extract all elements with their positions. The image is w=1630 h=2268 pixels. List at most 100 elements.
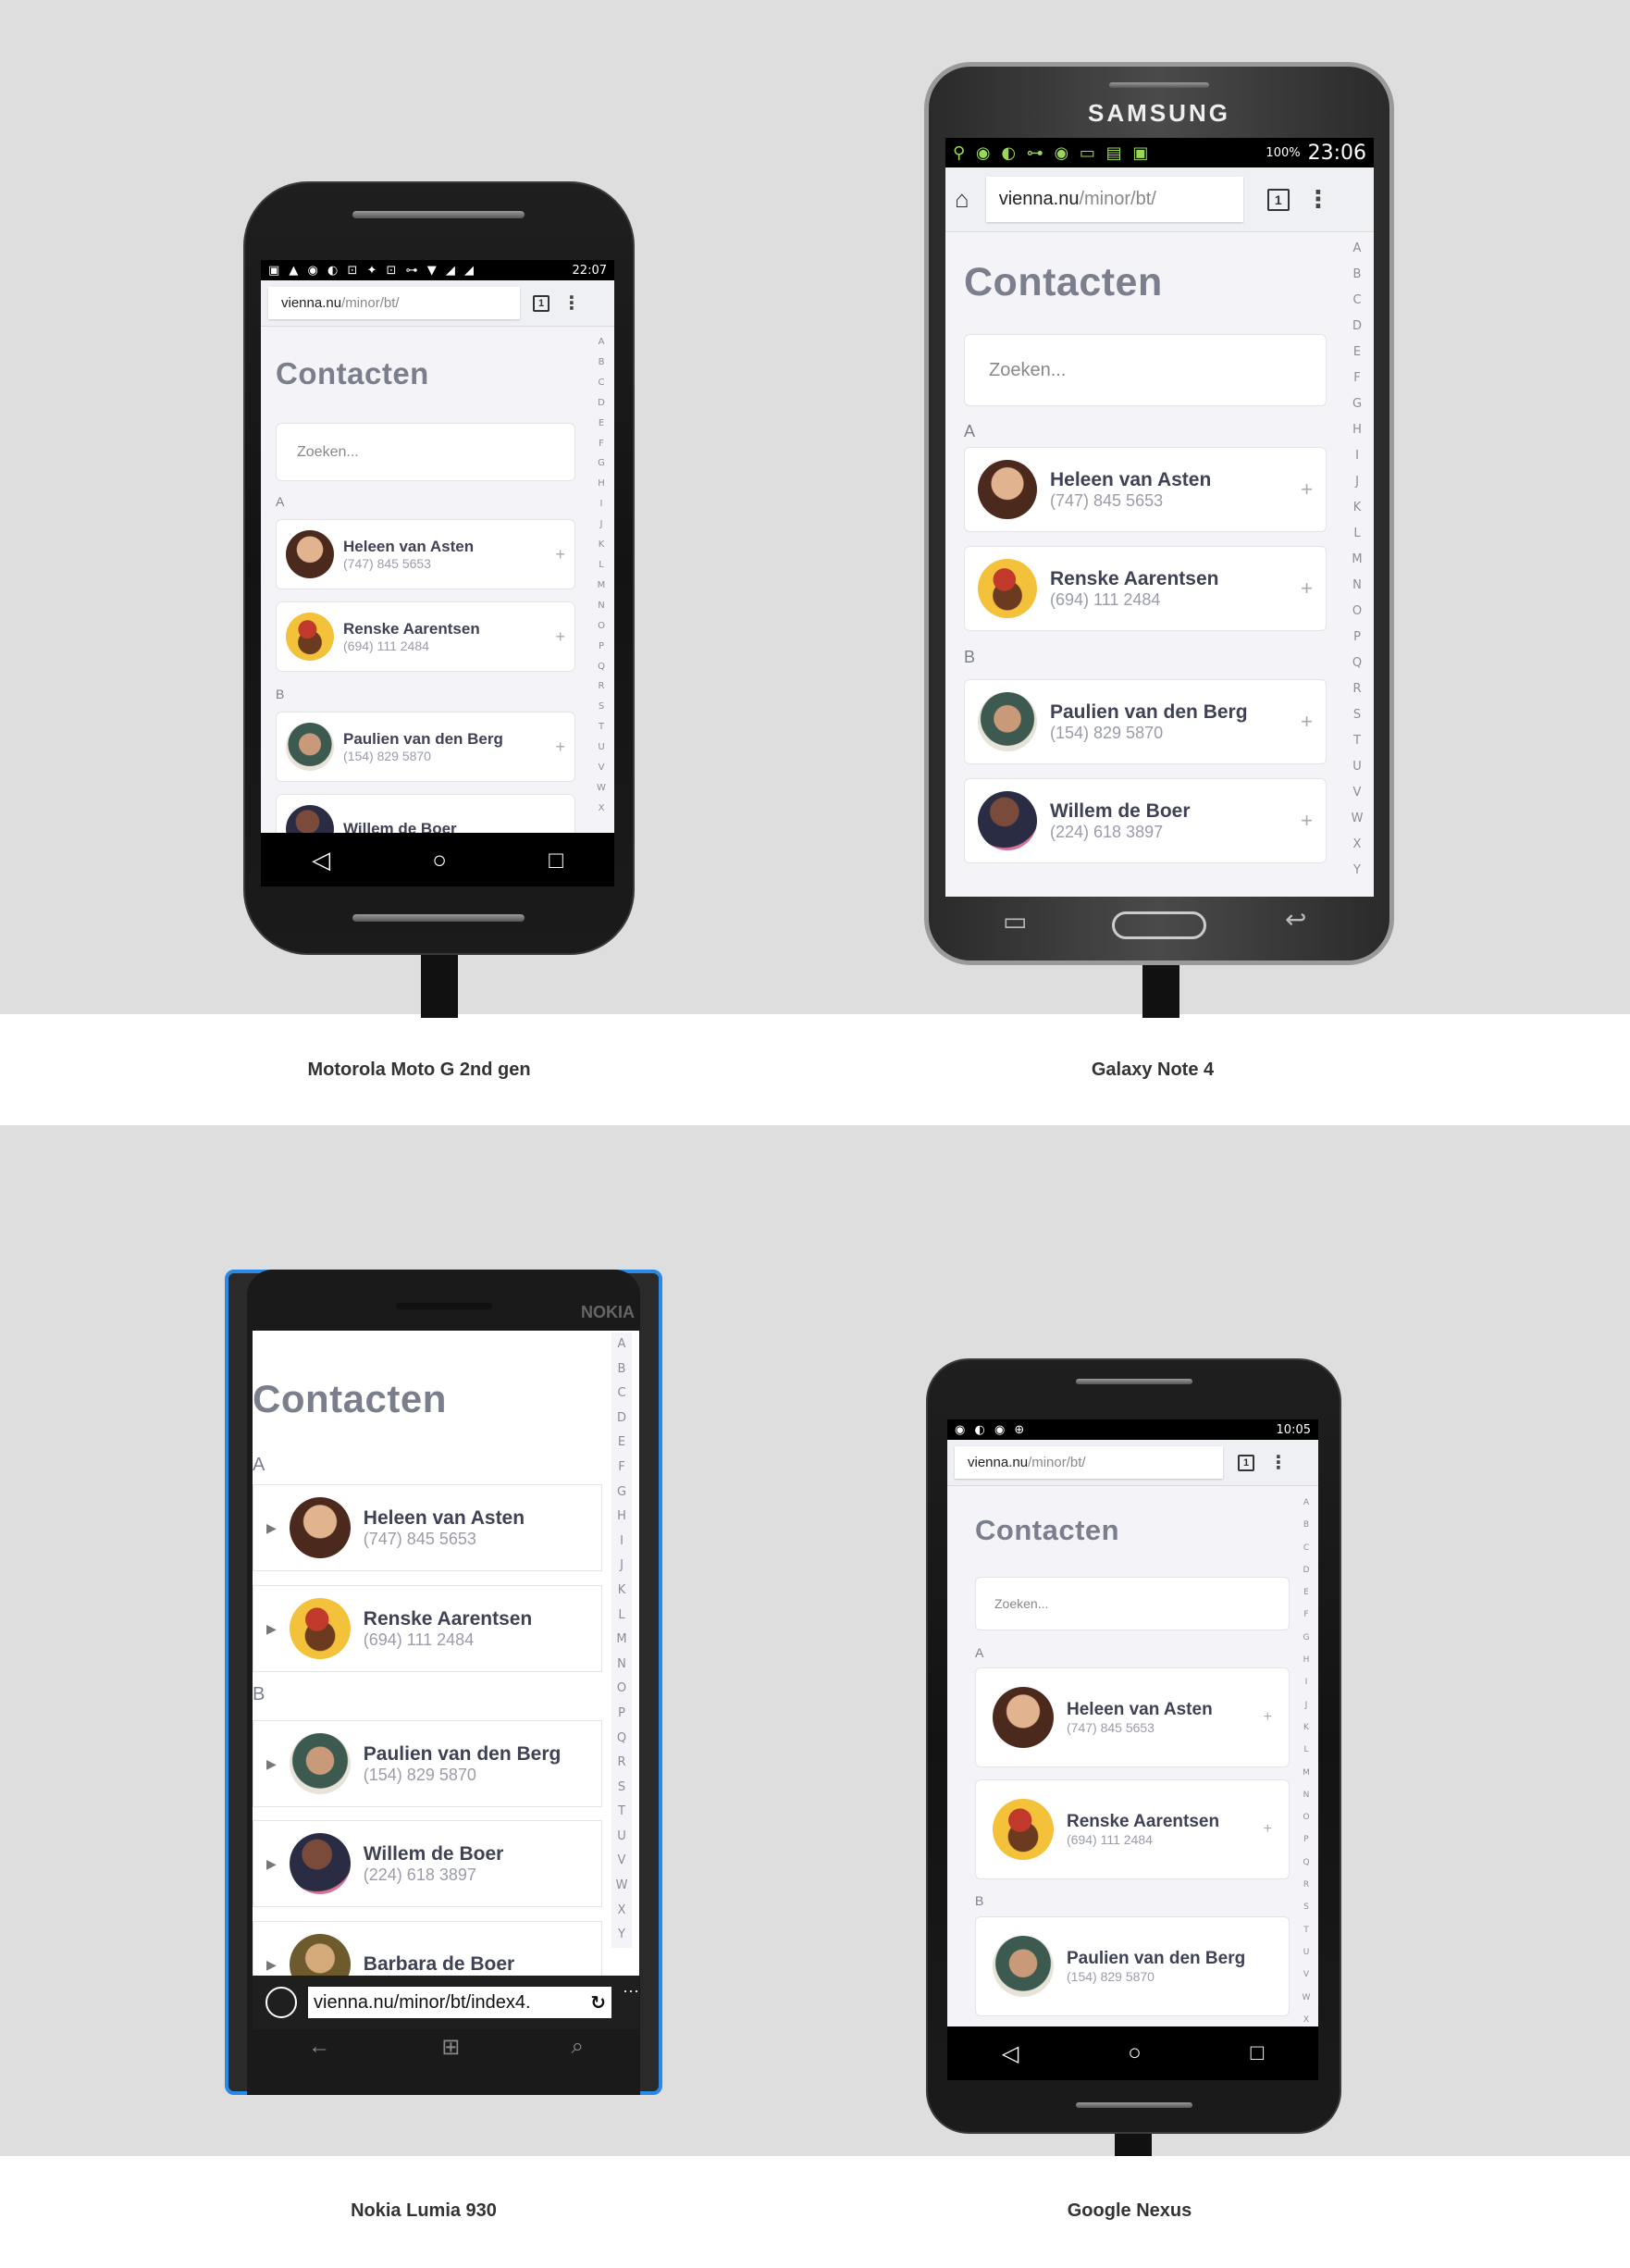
back-button[interactable]: ◁ [1002, 2040, 1019, 2067]
search-button[interactable]: ⌕ [571, 2034, 583, 2061]
contact-name: Barbara de Boer [363, 1953, 515, 1975]
add-icon[interactable]: + [1301, 809, 1313, 833]
earpiece [396, 1303, 492, 1309]
recents-button[interactable]: □ [549, 846, 563, 874]
tab-switcher-button[interactable]: 1 [1266, 188, 1290, 211]
expand-icon[interactable]: ▶ [266, 1756, 277, 1772]
menu-button[interactable]: ⋮ [1269, 1451, 1288, 1474]
caption-nexus: Google Nexus [1067, 2200, 1192, 2221]
contact-phone: (154) 829 5870 [363, 1765, 476, 1784]
contacts-app: Contacten Zoeken... A Heleen van Asten (… [945, 232, 1374, 897]
contact-card[interactable]: Heleen van Asten (747) 845 5653 + [276, 519, 575, 589]
contact-card[interactable]: ▶ Paulien van den Berg (154) 829 5870 [253, 1720, 602, 1807]
earpiece [1109, 82, 1209, 88]
status-time: 22:07 [572, 263, 607, 278]
menu-button[interactable]: ⋮ [1306, 185, 1330, 214]
home-button[interactable]: ○ [1128, 2040, 1142, 2066]
add-icon[interactable]: + [555, 545, 565, 564]
tabs-icon[interactable] [265, 1987, 297, 2018]
contacts-app: Contacten A ▶ Heleen van Asten (747) 845… [253, 1331, 639, 2029]
recents-button[interactable]: □ [1251, 2040, 1265, 2066]
contact-phone: (694) 111 2484 [1050, 589, 1161, 609]
add-icon[interactable]: + [1264, 1709, 1272, 1726]
add-icon[interactable]: + [1301, 710, 1313, 734]
contact-name: Renske Aarentsen [1067, 1812, 1220, 1831]
home-button[interactable]: ○ [432, 846, 447, 874]
contact-name: Renske Aarentsen [343, 620, 480, 638]
avatar [993, 1799, 1054, 1860]
url-field[interactable]: vienna.nu/minor/bt/ [955, 1445, 1223, 1480]
back-button[interactable]: ◁ [312, 846, 330, 874]
alphabet-index[interactable]: ABCDEFGHIJKLMNOPQRSTUVWX [1298, 1492, 1315, 2031]
contact-card[interactable]: ▶ Willem de Boer (224) 618 3897 [253, 1820, 602, 1907]
device-google-nexus: ◉ ◐ ◉ ⊕ 10:05 vienna.nu/minor/bt/ 1 ⋮ Co… [926, 1358, 1341, 2134]
contact-phone: (154) 829 5870 [343, 749, 431, 763]
screen: ⚲ ◉ ◐ ⊶ ◉ ▭ ▤ ▣ 100% 23:06 ⌂ vienna.nu/m… [945, 138, 1374, 897]
add-icon[interactable]: + [1301, 576, 1313, 601]
more-icon[interactable]: ··· [623, 1981, 639, 2001]
contact-card[interactable]: Willem de Boer (224) 618 3897 + [964, 778, 1327, 863]
start-button[interactable]: ⊞ [441, 2034, 460, 2061]
url-field[interactable]: vienna.nu/minor/bt/ [268, 286, 520, 320]
recents-button[interactable]: ▭ [1003, 906, 1027, 936]
reload-icon[interactable]: ↻ [590, 1991, 606, 2014]
contact-card[interactable]: Paulien van den Berg (154) 829 5870 [975, 1916, 1290, 2016]
expand-icon[interactable]: ▶ [266, 1621, 277, 1637]
contact-card[interactable]: Renske Aarentsen (694) 111 2484 + [276, 601, 575, 672]
contact-card[interactable]: ▶ Renske Aarentsen (694) 111 2484 [253, 1585, 602, 1672]
contact-name: Paulien van den Berg [343, 730, 503, 748]
contact-phone: (747) 845 5653 [1067, 1720, 1155, 1735]
contact-card[interactable]: Paulien van den Berg (154) 829 5870 + [964, 679, 1327, 764]
usb-cable [1115, 2130, 1152, 2156]
avatar [289, 1833, 351, 1894]
contact-card[interactable]: Renske Aarentsen (694) 111 2484 + [964, 546, 1327, 631]
contacts-app: Contacten Zoeken... A Heleen van Asten (… [947, 1486, 1318, 2026]
alphabet-index[interactable]: ABCDEFGHIJKLMNOPQRSTUVWX [592, 332, 611, 819]
search-input[interactable]: Zoeken... [975, 1577, 1290, 1630]
add-icon[interactable]: + [1264, 1821, 1272, 1838]
section-header: A [276, 494, 285, 509]
alphabet-index[interactable]: ABCDEFGHIJKLMNOPQRSTUVWXY [611, 1332, 632, 1948]
menu-button[interactable]: ⋮ [562, 291, 581, 315]
expand-icon[interactable]: ▶ [266, 1856, 277, 1872]
contact-name: Willem de Boer [1050, 799, 1191, 822]
avatar [286, 530, 334, 578]
contact-phone: (694) 111 2484 [1067, 1832, 1153, 1847]
contact-card[interactable]: ▶ Heleen van Asten (747) 845 5653 [253, 1484, 602, 1571]
contact-card[interactable]: Heleen van Asten (747) 845 5653 + [975, 1667, 1290, 1767]
contact-phone: (694) 111 2484 [363, 1630, 475, 1649]
add-icon[interactable]: + [555, 737, 565, 757]
add-icon[interactable]: + [1301, 477, 1313, 502]
add-icon[interactable]: + [555, 627, 565, 647]
back-button[interactable]: ← [308, 2034, 330, 2061]
contact-name: Paulien van den Berg [1067, 1949, 1246, 1968]
home-button[interactable] [1112, 911, 1206, 939]
tab-switcher-button[interactable]: 1 [533, 294, 550, 312]
url-field[interactable]: vienna.nu/minor/bt/ [985, 176, 1243, 223]
contact-card[interactable]: Paulien van den Berg (154) 829 5870 + [276, 712, 575, 782]
contact-name: Renske Aarentsen [363, 1607, 533, 1630]
expand-icon[interactable]: ▶ [266, 1957, 277, 1973]
battery-percent: 100% [1266, 145, 1301, 160]
avatar [978, 692, 1037, 751]
expand-icon[interactable]: ▶ [266, 1520, 277, 1536]
alphabet-index[interactable]: ABCDEFGHIJKLMNOPQRSTUVWXY [1348, 236, 1366, 884]
search-input[interactable]: Zoeken... [964, 334, 1327, 406]
brand-logo: SAMSUNG [1088, 99, 1230, 127]
contact-card[interactable]: Heleen van Asten (747) 845 5653 + [964, 447, 1327, 532]
avatar [978, 460, 1037, 519]
back-button[interactable]: ↩ [1285, 904, 1306, 935]
caption-lumia: Nokia Lumia 930 [351, 2200, 497, 2221]
address-field[interactable]: vienna.nu/minor/bt/index4. ↻ [308, 1987, 611, 2018]
page-title: Contacten [253, 1377, 447, 1420]
contact-phone: (747) 845 5653 [343, 556, 431, 571]
status-time: 23:06 [1307, 141, 1366, 165]
tab-switcher-button[interactable]: 1 [1238, 1454, 1254, 1471]
search-input[interactable]: Zoeken... [276, 423, 575, 481]
device-nokia-lumia-930: NOKIA Contacten A ▶ Heleen van Asten (74… [225, 1270, 662, 2095]
contact-phone: (747) 845 5653 [1050, 490, 1164, 510]
home-icon[interactable]: ⌂ [955, 185, 969, 214]
contact-card[interactable]: Renske Aarentsen (694) 111 2484 + [975, 1779, 1290, 1879]
caption-moto-g: Motorola Moto G 2nd gen [307, 1060, 531, 1080]
status-time: 10:05 [1276, 1422, 1311, 1437]
